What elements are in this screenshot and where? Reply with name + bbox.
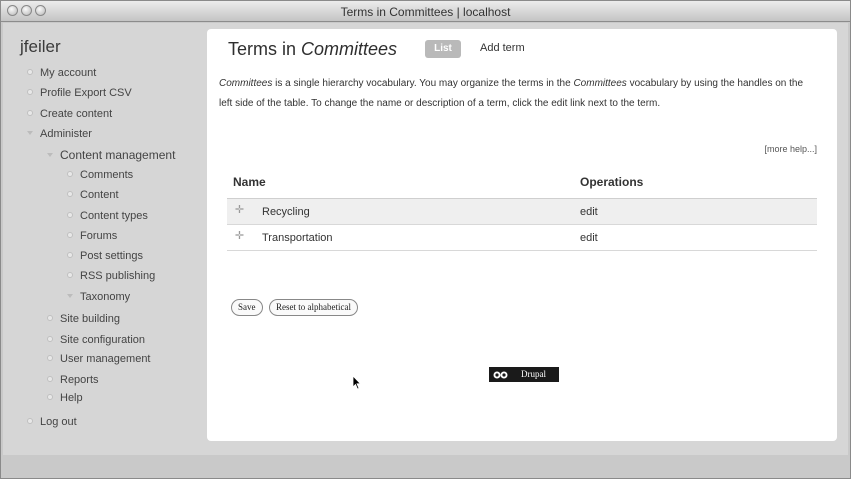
window-title: Terms in Committees | localhost: [340, 5, 511, 19]
sidebar-item-administer[interactable]: Administer: [27, 128, 92, 140]
term-name-link[interactable]: Recycling: [262, 206, 310, 218]
term-name-link[interactable]: Transportation: [262, 232, 333, 244]
sidebar-item-my-account[interactable]: My account: [27, 67, 96, 79]
tab-add-term[interactable]: Add term: [480, 42, 525, 54]
sidebar-username: jfeiler: [20, 37, 61, 56]
more-help-link[interactable]: [more help...]: [764, 144, 817, 154]
bullet-icon: [27, 69, 33, 75]
bullet-icon: [67, 232, 73, 238]
vocabulary-description: Committees is a single hierarchy vocabul…: [219, 78, 804, 109]
column-header-name[interactable]: Name: [233, 175, 266, 189]
save-button[interactable]: Save: [231, 299, 263, 316]
bullet-icon: [47, 336, 53, 342]
tab-list[interactable]: List: [425, 40, 461, 58]
sidebar-item-site-building[interactable]: Site building: [47, 313, 120, 325]
browser-window: Terms in Committees | localhost jfeiler …: [0, 0, 851, 479]
bullet-icon: [67, 252, 73, 258]
expanded-arrow-icon: [27, 130, 33, 136]
expanded-arrow-icon: [47, 152, 53, 158]
sidebar-item-user-management[interactable]: User management: [47, 353, 151, 365]
title-bar: Terms in Committees | localhost: [1, 1, 850, 22]
reset-alphabetical-button[interactable]: Reset to alphabetical: [269, 299, 358, 316]
table-row: ✛ Transportation edit: [227, 225, 817, 251]
page-viewport: jfeiler My account Profile Export CSV Cr…: [3, 23, 848, 455]
bullet-icon: [27, 110, 33, 116]
page-title: Terms in Committees: [228, 39, 398, 59]
bullet-icon: [27, 418, 33, 424]
sidebar-item-comments[interactable]: Comments: [67, 169, 133, 181]
bullet-icon: [47, 376, 53, 382]
drag-handle-icon[interactable]: ✛: [234, 231, 245, 242]
bullet-icon: [67, 191, 73, 197]
bullet-icon: [47, 315, 53, 321]
sidebar-item-reports[interactable]: Reports: [47, 374, 99, 386]
sidebar-item-help[interactable]: Help: [47, 392, 83, 404]
sidebar-item-content[interactable]: Content: [67, 189, 119, 201]
sidebar-item-log-out[interactable]: Log out: [27, 416, 77, 428]
table-header: Name Operations: [227, 169, 817, 199]
edit-link[interactable]: edit: [580, 232, 598, 244]
bullet-icon: [27, 89, 33, 95]
sidebar-item-profile-export-csv[interactable]: Profile Export CSV: [27, 87, 132, 99]
bullet-icon: [67, 171, 73, 177]
main-content: Terms in Committees List Add term Commit…: [207, 29, 837, 441]
drupal-logo-icon: [493, 371, 508, 379]
bullet-icon: [47, 355, 53, 361]
column-header-operations: Operations: [580, 175, 644, 189]
sidebar-item-taxonomy[interactable]: Taxonomy: [67, 291, 130, 303]
bullet-icon: [67, 212, 73, 218]
sidebar-item-content-management[interactable]: Content management: [47, 148, 175, 162]
sidebar-item-rss-publishing[interactable]: RSS publishing: [67, 270, 155, 282]
drag-handle-icon[interactable]: ✛: [234, 205, 245, 216]
sidebar-item-forums[interactable]: Forums: [67, 230, 117, 242]
drupal-badge[interactable]: Drupal: [489, 367, 559, 382]
terms-table: Name Operations ✛ Recycling edit ✛ Trans…: [227, 169, 817, 251]
edit-link[interactable]: edit: [580, 206, 598, 218]
sidebar-item-post-settings[interactable]: Post settings: [67, 250, 143, 262]
bullet-icon: [67, 272, 73, 278]
sidebar-item-content-types[interactable]: Content types: [67, 210, 148, 222]
expanded-arrow-icon: [67, 293, 73, 299]
sidebar-item-site-configuration[interactable]: Site configuration: [47, 334, 145, 346]
sidebar: jfeiler My account Profile Export CSV Cr…: [3, 23, 206, 455]
table-row: ✛ Recycling edit: [227, 199, 817, 225]
drupal-badge-label: Drupal: [521, 369, 546, 379]
bullet-icon: [47, 394, 53, 400]
mouse-pointer-icon: [352, 375, 362, 390]
sidebar-item-create-content[interactable]: Create content: [27, 108, 112, 120]
